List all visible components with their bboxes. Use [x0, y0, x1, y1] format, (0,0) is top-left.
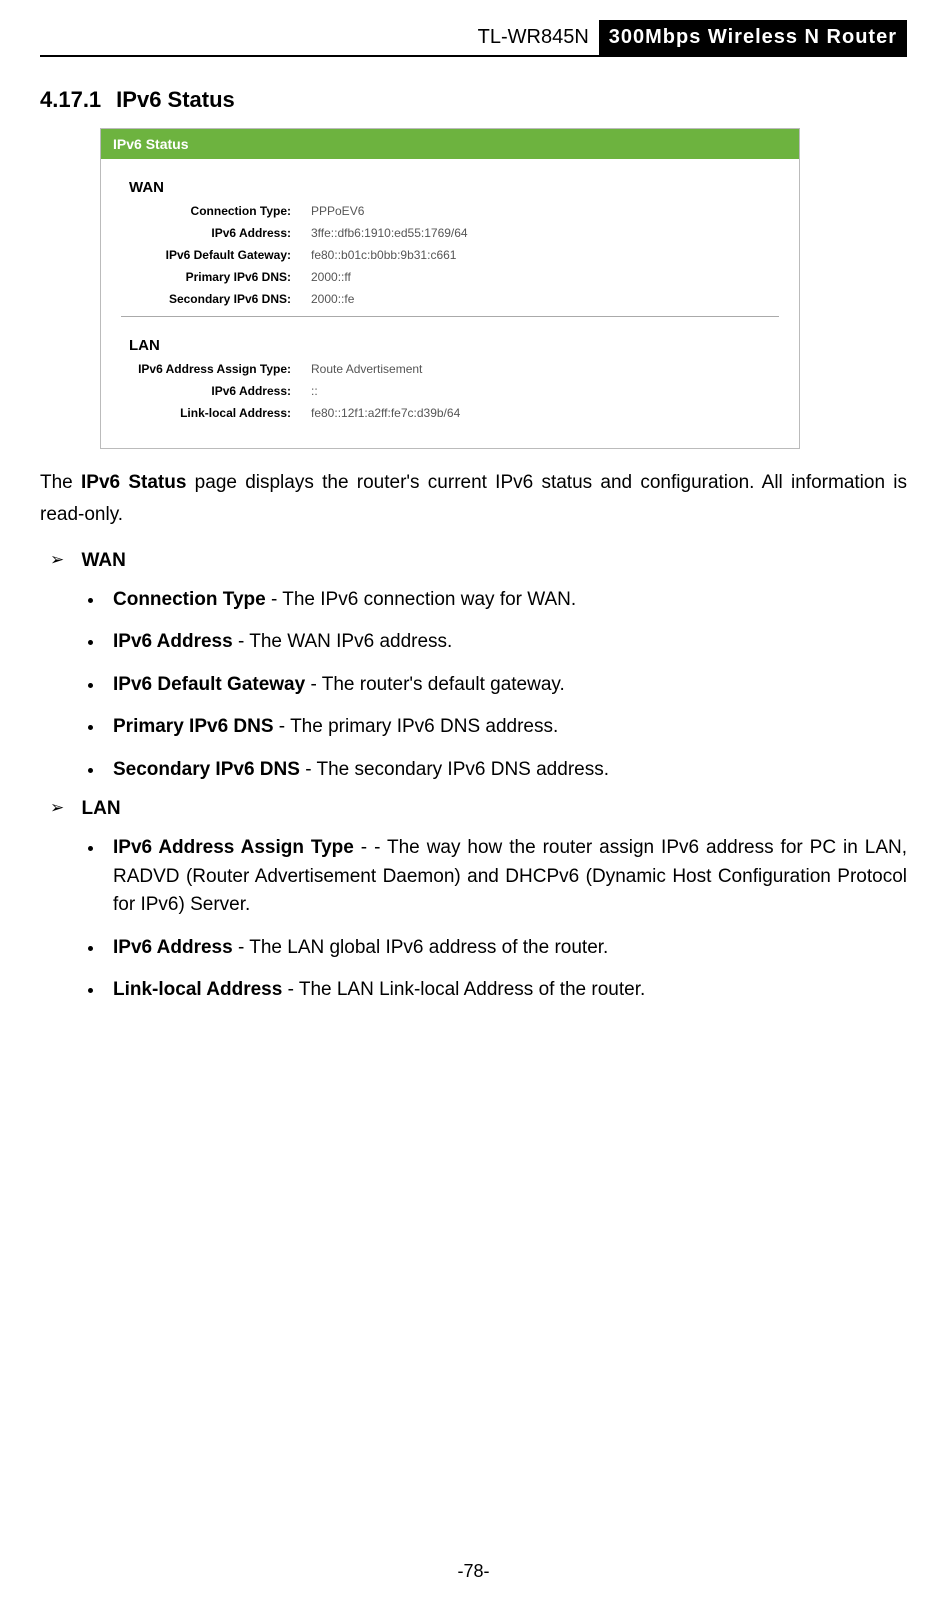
wan-sub-list: Connection Type - The IPv6 connection wa…	[105, 586, 907, 785]
page-header: TL-WR845N 300Mbps Wireless N Router	[40, 20, 907, 57]
wan-ipv6-address-row: IPv6 Address: 3ffe::dfb6:1910:ed55:1769/…	[121, 226, 779, 240]
wan-secondary-dns-value: 2000::fe	[311, 292, 354, 306]
lan-sub-list: IPv6 Address Assign Type - - The way how…	[105, 834, 907, 1005]
model-label: TL-WR845N	[468, 20, 599, 55]
wan-connection-type-value: PPPoEV6	[311, 204, 364, 218]
panel-body: WAN Connection Type: PPPoEV6 IPv6 Addres…	[101, 159, 799, 448]
wan-item-secondary-dns: Secondary IPv6 DNS - The secondary IPv6 …	[105, 756, 907, 785]
lan-desc-heading: LAN	[82, 798, 121, 819]
lan-section: LAN IPv6 Address Assign Type: Route Adve…	[121, 327, 779, 420]
wan-desc-heading: WAN	[82, 550, 126, 571]
section-title: IPv6 Status	[116, 87, 235, 112]
wan-primary-dns-row: Primary IPv6 DNS: 2000::ff	[121, 270, 779, 284]
wan-item-primary-dns: Primary IPv6 DNS - The primary IPv6 DNS …	[105, 713, 907, 742]
lan-item-linklocal: Link-local Address - The LAN Link-local …	[105, 976, 907, 1005]
ipv6-status-panel: IPv6 Status WAN Connection Type: PPPoEV6…	[100, 128, 800, 449]
wan-gateway-label: IPv6 Default Gateway:	[121, 248, 311, 262]
wan-connection-type-label: Connection Type:	[121, 204, 311, 218]
wan-item-ipv6-address: IPv6 Address - The WAN IPv6 address.	[105, 628, 907, 657]
lan-assign-type-value: Route Advertisement	[311, 362, 422, 376]
lan-ipv6-address-row: IPv6 Address: ::	[121, 384, 779, 398]
product-title: 300Mbps Wireless N Router	[599, 20, 907, 55]
wan-gateway-row: IPv6 Default Gateway: fe80::b01c:b0bb:9b…	[121, 248, 779, 262]
lan-item-assign-type: IPv6 Address Assign Type - - The way how…	[105, 834, 907, 920]
section-heading: 4.17.1 IPv6 Status	[40, 87, 907, 113]
panel-title: IPv6 Status	[101, 129, 799, 159]
intro-pre: The	[40, 472, 81, 493]
wan-desc-item: WAN Connection Type - The IPv6 connectio…	[50, 550, 907, 785]
lan-ipv6-address-value: ::	[311, 384, 318, 398]
lan-linklocal-row: Link-local Address: fe80::12f1:a2ff:fe7c…	[121, 406, 779, 420]
lan-ipv6-address-label: IPv6 Address:	[121, 384, 311, 398]
lan-assign-type-row: IPv6 Address Assign Type: Route Advertis…	[121, 362, 779, 376]
page-number: -78-	[0, 1561, 947, 1582]
wan-secondary-dns-row: Secondary IPv6 DNS: 2000::fe	[121, 292, 779, 306]
section-number: 4.17.1	[40, 87, 101, 112]
wan-primary-dns-value: 2000::ff	[311, 270, 351, 284]
lan-desc-item: LAN IPv6 Address Assign Type - - The way…	[50, 798, 907, 1005]
lan-heading: LAN	[129, 337, 779, 354]
wan-section: WAN Connection Type: PPPoEV6 IPv6 Addres…	[121, 169, 779, 306]
intro-bold: IPv6 Status	[81, 472, 186, 493]
lan-item-ipv6-address: IPv6 Address - The LAN global IPv6 addre…	[105, 934, 907, 963]
wan-gateway-value: fe80::b01c:b0bb:9b31:c661	[311, 248, 456, 262]
wan-ipv6-address-label: IPv6 Address:	[121, 226, 311, 240]
wan-secondary-dns-label: Secondary IPv6 DNS:	[121, 292, 311, 306]
lan-assign-type-label: IPv6 Address Assign Type:	[121, 362, 311, 376]
lan-linklocal-value: fe80::12f1:a2ff:fe7c:d39b/64	[311, 406, 460, 420]
description-list: WAN Connection Type - The IPv6 connectio…	[50, 550, 907, 1005]
wan-item-gateway: IPv6 Default Gateway - The router's defa…	[105, 671, 907, 700]
wan-item-connection-type: Connection Type - The IPv6 connection wa…	[105, 586, 907, 615]
wan-connection-type-row: Connection Type: PPPoEV6	[121, 204, 779, 218]
wan-heading: WAN	[129, 179, 779, 196]
intro-paragraph: The IPv6 Status page displays the router…	[40, 467, 907, 532]
divider	[121, 316, 779, 317]
wan-ipv6-address-value: 3ffe::dfb6:1910:ed55:1769/64	[311, 226, 468, 240]
lan-linklocal-label: Link-local Address:	[121, 406, 311, 420]
wan-primary-dns-label: Primary IPv6 DNS:	[121, 270, 311, 284]
